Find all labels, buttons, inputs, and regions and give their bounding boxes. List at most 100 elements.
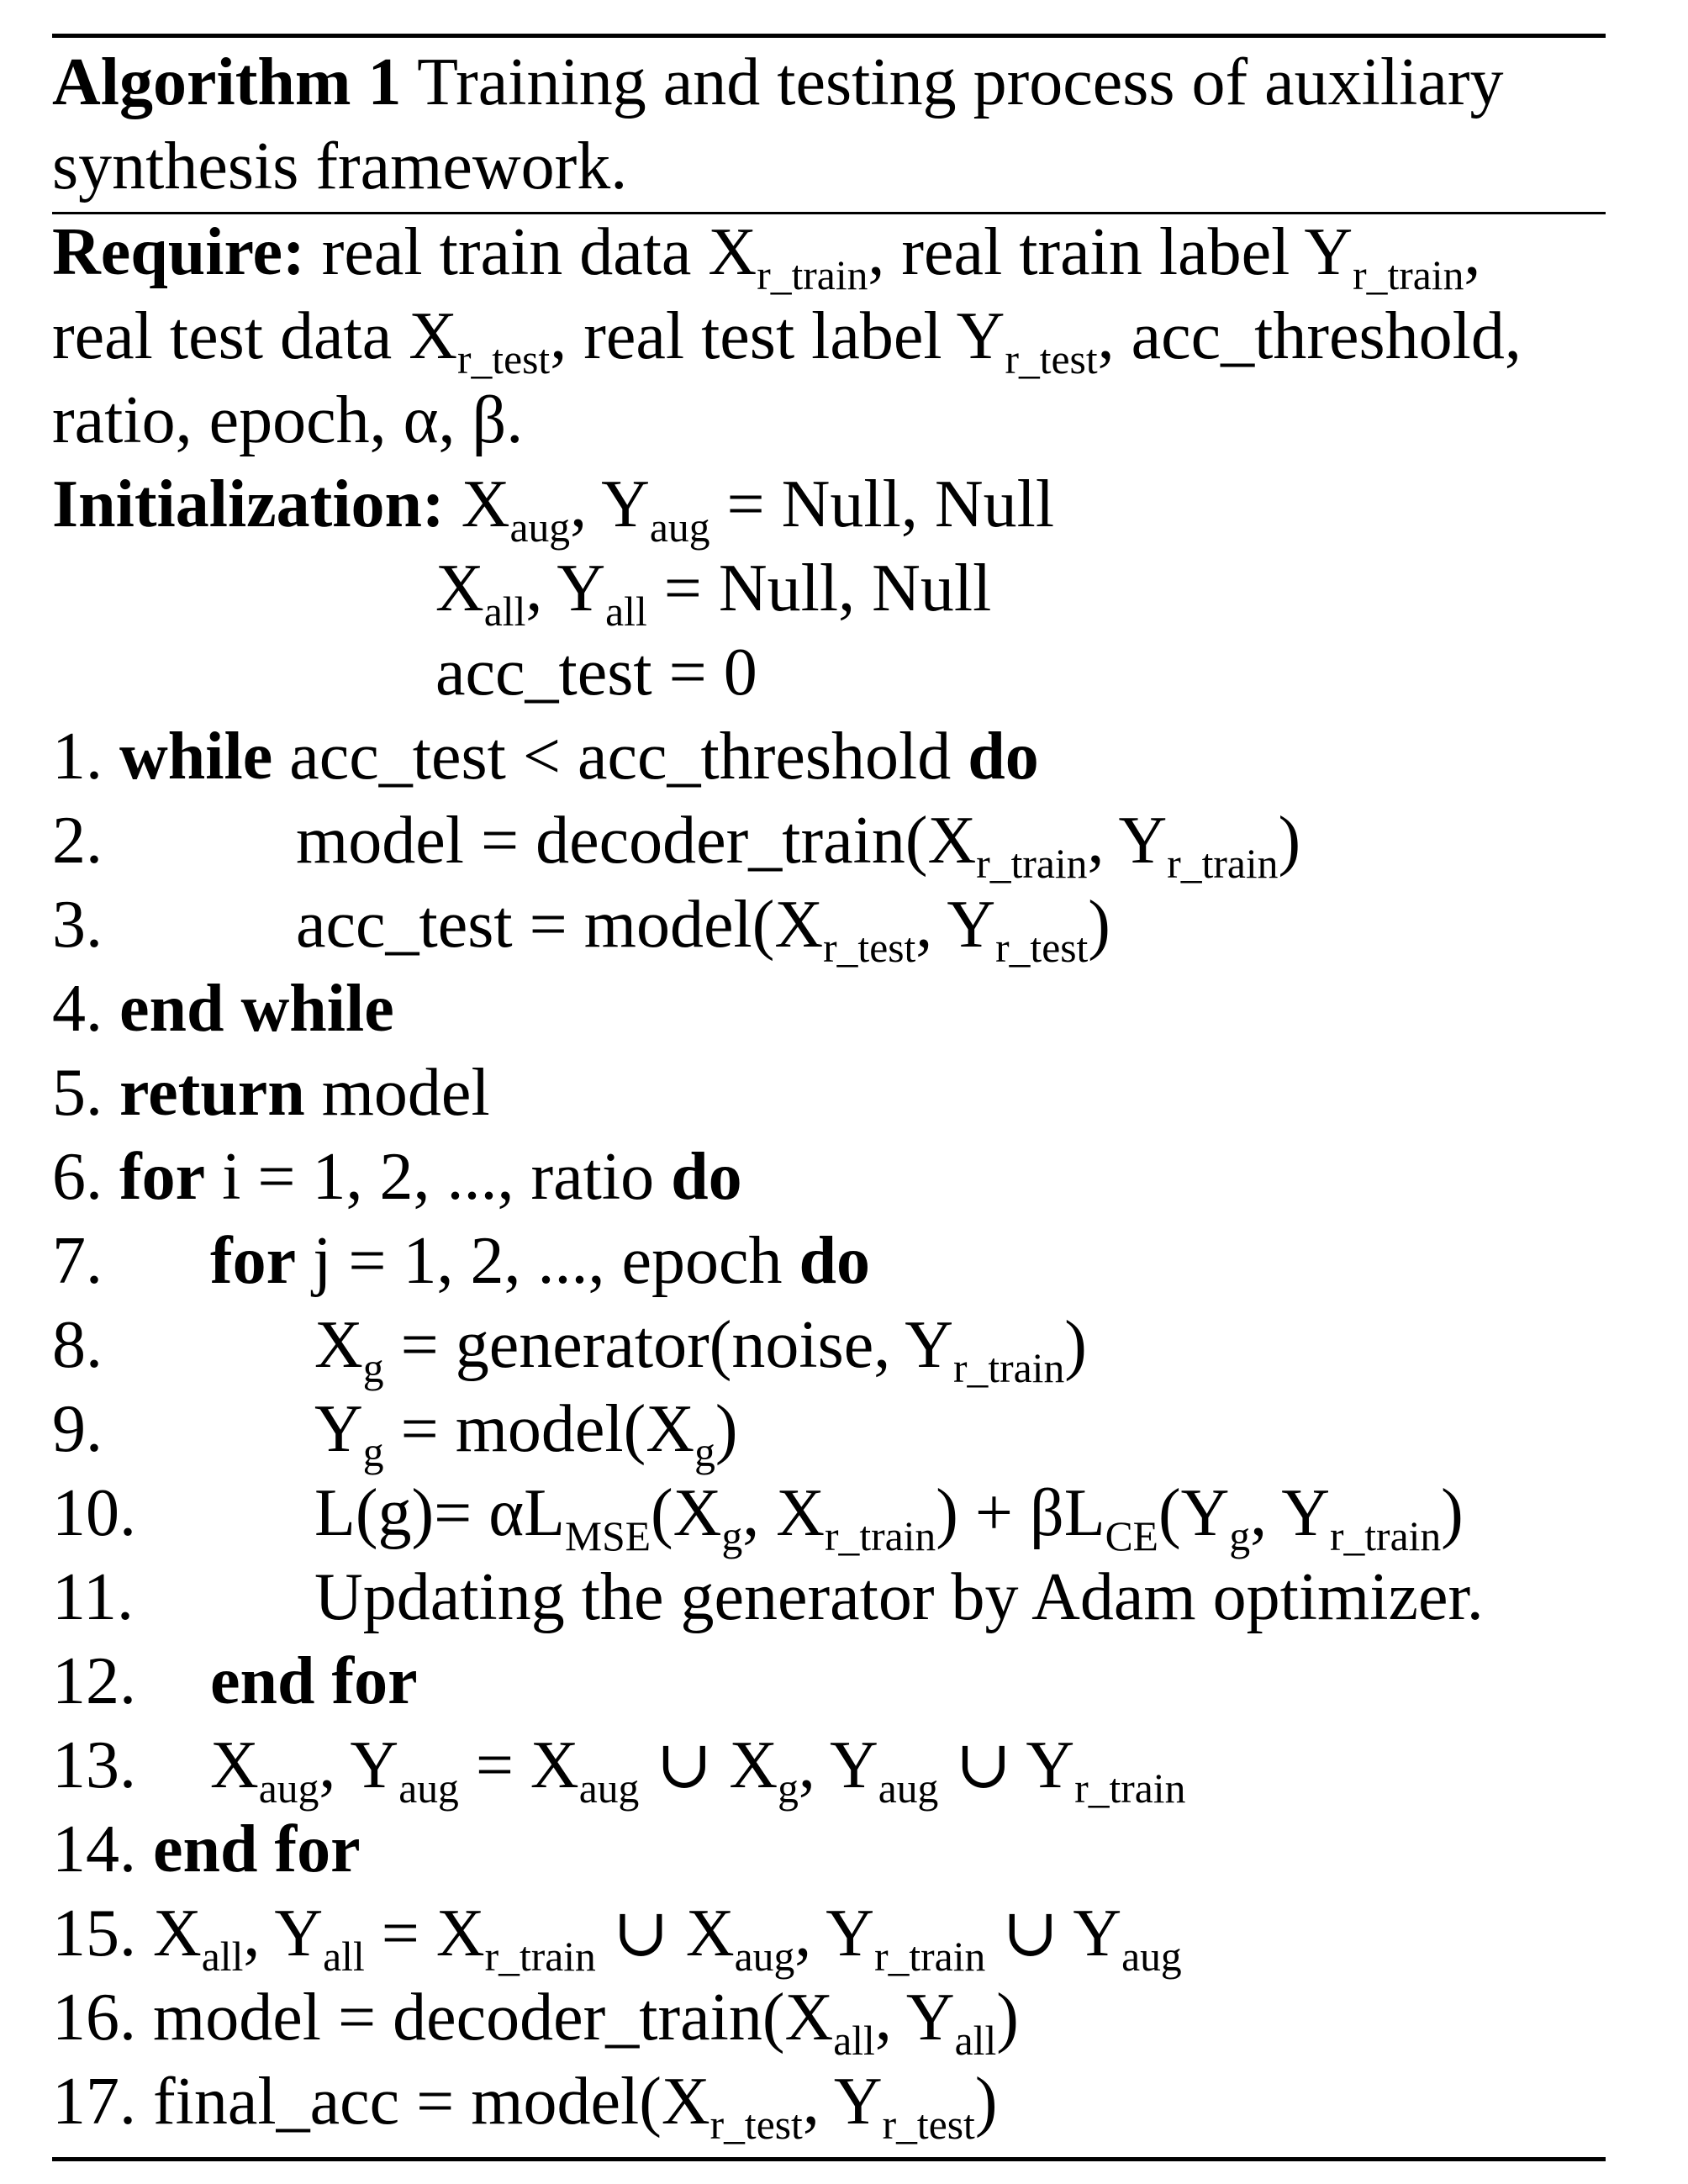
algorithm-title-line2: synthesis framework. xyxy=(52,124,627,208)
step-text: for j = 1, 2, ..., epoch do xyxy=(210,1219,870,1303)
require-line-1: Require: real train data Xr_train, real … xyxy=(52,210,1481,296)
keyword-for: for xyxy=(210,1224,297,1298)
step-text: acc_test = model(Xr_test, Yr_test) xyxy=(296,883,1110,968)
step-part: ∪ X xyxy=(639,1728,778,1802)
step-part: X xyxy=(314,1308,363,1382)
step-text: end for xyxy=(210,1639,418,1723)
step-text: Updating the generator by Adam optimizer… xyxy=(314,1560,1484,1634)
step-part: L(g)= αL xyxy=(314,1476,566,1550)
step-number: 4. xyxy=(52,972,103,1046)
step-part: = X xyxy=(458,1728,579,1802)
step-number: 12. xyxy=(52,1644,136,1718)
subscript: r_test xyxy=(882,2101,975,2148)
step-part: X xyxy=(153,1896,202,1970)
subscript: r_test xyxy=(1005,335,1098,382)
step-part: , Y xyxy=(1087,804,1168,878)
step-1: 1. while acc_test < acc_threshold do xyxy=(52,715,1039,799)
step-16: 16. model = decoder_train(Xall, Yall) xyxy=(52,1976,1019,2061)
keyword-for: for xyxy=(119,1140,206,1214)
step-17: 17. final_acc = model(Xr_test, Yr_test) xyxy=(52,2060,998,2145)
step-part: model = decoder_train(X xyxy=(153,1981,834,2055)
step-part: (Y xyxy=(1158,1476,1230,1550)
subscript: aug xyxy=(878,1765,939,1812)
keyword-return: return xyxy=(119,1056,305,1130)
keyword-end-while: end while xyxy=(119,972,394,1046)
step-part: , Y xyxy=(794,1896,875,1970)
step-part: ) xyxy=(715,1392,738,1466)
step-part: ) xyxy=(1064,1308,1087,1382)
step-part: ∪ X xyxy=(595,1896,735,1970)
step-10: 10. L(g)= αLMSE(Xg, Xr_train) + βLCE(Yg,… xyxy=(52,1471,1606,1557)
step-part: X xyxy=(210,1728,259,1802)
require-text: real test data X xyxy=(52,299,457,373)
step-8: 8. Xg = generator(noise, Yr_train) xyxy=(52,1303,1606,1389)
keyword-do: do xyxy=(671,1140,742,1214)
step-2: 2. model = decoder_train(Xr_train, Yr_tr… xyxy=(52,799,1606,884)
subscript: g xyxy=(721,1512,743,1559)
step-part: , Y xyxy=(243,1896,324,1970)
initialization-line-1: Initialization: Xaug, Yaug = Null, Null xyxy=(52,462,1054,548)
init-text: X xyxy=(435,551,484,625)
subscript: aug xyxy=(398,1765,459,1812)
require-text: real train data X xyxy=(321,215,757,289)
keyword-do: do xyxy=(968,720,1039,794)
subscript: aug xyxy=(509,504,571,551)
subscript: r_test xyxy=(457,335,551,382)
subscript: r_train xyxy=(757,251,868,298)
subscript: r_train xyxy=(953,1344,1065,1391)
step-text: Xaug, Yaug = Xaug ∪ Xg, Yaug ∪ Yr_train xyxy=(210,1723,1185,1809)
step-3: 3. acc_test = model(Xr_test, Yr_test) xyxy=(52,883,1606,968)
step-text: Xg = generator(noise, Yr_train) xyxy=(314,1303,1087,1389)
subscript: aug xyxy=(734,1933,795,1980)
bottom-rule xyxy=(52,2157,1606,2161)
init-text: = Null, Null xyxy=(646,551,992,625)
step-part: , X xyxy=(742,1476,826,1550)
subscript: r_train xyxy=(825,1512,936,1559)
subscript: all xyxy=(605,588,647,635)
algorithm-title-text-2: synthesis framework. xyxy=(52,129,628,203)
step-part: ) xyxy=(974,2065,998,2139)
require-text: ratio, epoch, α, β. xyxy=(52,383,524,457)
subscript: g xyxy=(778,1765,799,1812)
step-part: j = 1, 2, ..., epoch xyxy=(296,1224,799,1298)
step-text: i = 1, 2, ..., ratio xyxy=(205,1140,672,1214)
subscript: r_train xyxy=(484,1933,596,1980)
subscript: r_test xyxy=(823,924,916,971)
step-part: ) + βL xyxy=(936,1476,1105,1550)
subscript: r_test xyxy=(995,924,1089,971)
init-text: X xyxy=(461,467,510,541)
step-number: 11. xyxy=(52,1560,135,1634)
step-5: 5. return model xyxy=(52,1051,490,1135)
step-6: 6. for i = 1, 2, ..., ratio do xyxy=(52,1135,742,1219)
step-part: , Y xyxy=(802,2065,883,2139)
step-13: 13. Xaug, Yaug = Xaug ∪ Xg, Yaug ∪ Yr_tr… xyxy=(52,1723,1606,1809)
keyword-while: while xyxy=(119,720,273,794)
subscript: r_train xyxy=(874,1933,986,1980)
step-number: 2. xyxy=(52,804,103,878)
step-14: 14. end for xyxy=(52,1807,361,1891)
step-part: acc_test = model(X xyxy=(296,888,824,962)
step-text: L(g)= αLMSE(Xg, Xr_train) + βLCE(Yg, Yr_… xyxy=(314,1471,1464,1557)
step-11: 11. Updating the generator by Adam optim… xyxy=(52,1555,1606,1639)
subscript: aug xyxy=(578,1765,640,1812)
step-part: , Y xyxy=(1250,1476,1330,1550)
require-text: , xyxy=(1464,215,1481,289)
step-part: , Y xyxy=(798,1728,878,1802)
step-part: final_acc = model(X xyxy=(153,2065,710,2139)
step-number: 5. xyxy=(52,1056,103,1130)
step-number: 8. xyxy=(52,1308,103,1382)
require-line-3: ratio, epoch, α, β. xyxy=(52,378,523,462)
subscript: aug xyxy=(649,504,710,551)
step-number: 13. xyxy=(52,1728,136,1802)
step-part: ∪ Y xyxy=(938,1728,1075,1802)
step-part: , Y xyxy=(319,1728,399,1802)
subscript: all xyxy=(483,588,526,635)
subscript: aug xyxy=(1121,1933,1182,1980)
keyword-end-for: end for xyxy=(153,1812,361,1886)
step-part: = model(X xyxy=(383,1392,695,1466)
top-rule xyxy=(52,34,1606,38)
step-15: 15. Xall, Yall = Xr_train ∪ Xaug, Yr_tra… xyxy=(52,1891,1182,1977)
subscript: g xyxy=(362,1428,384,1475)
require-text: , real test label Y xyxy=(550,299,1005,373)
require-label: Require: xyxy=(52,215,305,289)
